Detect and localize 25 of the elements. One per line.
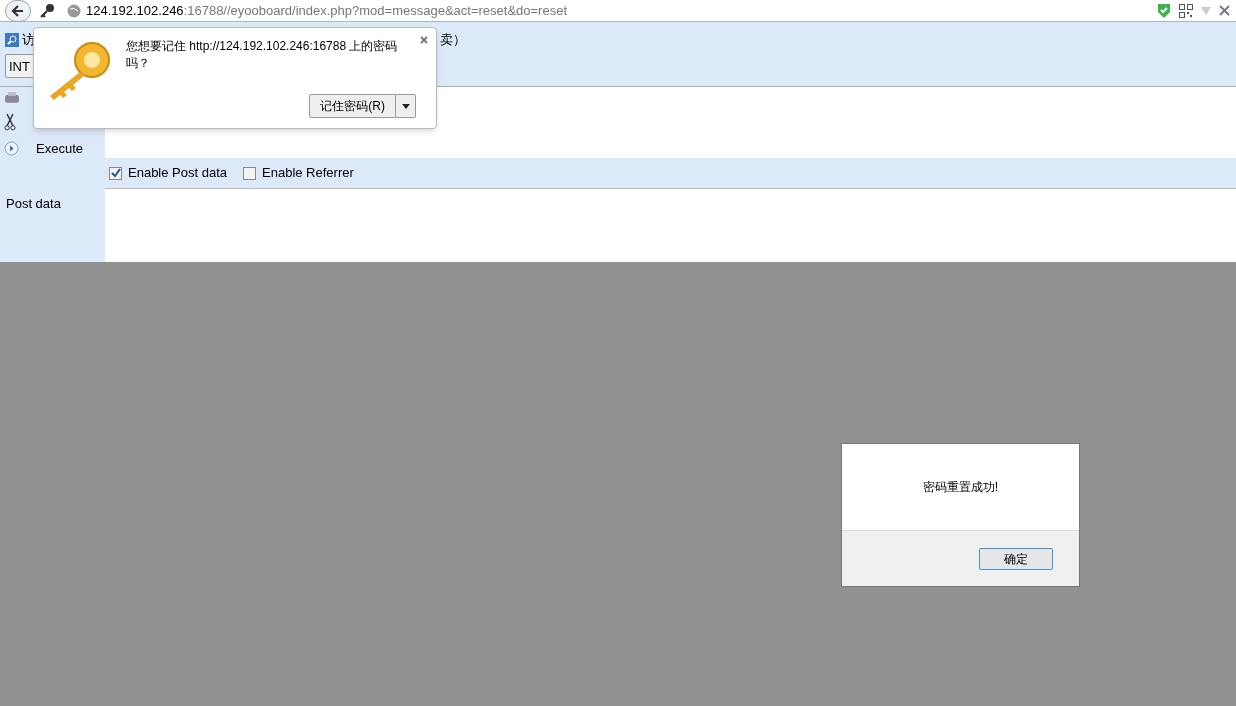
ok-button[interactable]: 确定 xyxy=(979,547,1053,570)
globe-icon xyxy=(67,3,81,18)
caret-icon xyxy=(401,103,410,109)
remember-password-button[interactable]: 记住密码(R) xyxy=(309,94,396,118)
dropdown-button[interactable] xyxy=(396,94,416,118)
alert-message: 密码重置成功! xyxy=(922,479,999,496)
menu-text[interactable]: 卖） xyxy=(440,29,466,50)
back-arrow-icon xyxy=(11,3,25,18)
post-data-label: Post data xyxy=(6,195,62,213)
qr-code-icon[interactable] xyxy=(1179,3,1193,18)
menu-text[interactable]: 访 xyxy=(22,29,35,50)
execute-button[interactable]: Execute xyxy=(36,138,83,158)
prompt-message: 您想要记住 http://124.192.102.246:16788 上的密码吗？ xyxy=(126,38,399,72)
key-icon[interactable] xyxy=(39,2,55,19)
close-icon[interactable] xyxy=(420,36,428,44)
checkmark-icon xyxy=(110,168,121,178)
option-checkbox[interactable]: Enable Referrer xyxy=(243,163,354,183)
printer-icon[interactable] xyxy=(4,91,20,105)
play-icon[interactable] xyxy=(4,140,19,156)
shield-check-icon[interactable] xyxy=(1157,2,1171,19)
scissors-icon[interactable] xyxy=(4,112,16,131)
back-button[interactable] xyxy=(5,0,31,22)
magnifier-icon[interactable] xyxy=(5,32,19,47)
close-icon[interactable] xyxy=(1219,5,1230,16)
option-checkbox[interactable]: Enable Post data xyxy=(109,163,228,183)
